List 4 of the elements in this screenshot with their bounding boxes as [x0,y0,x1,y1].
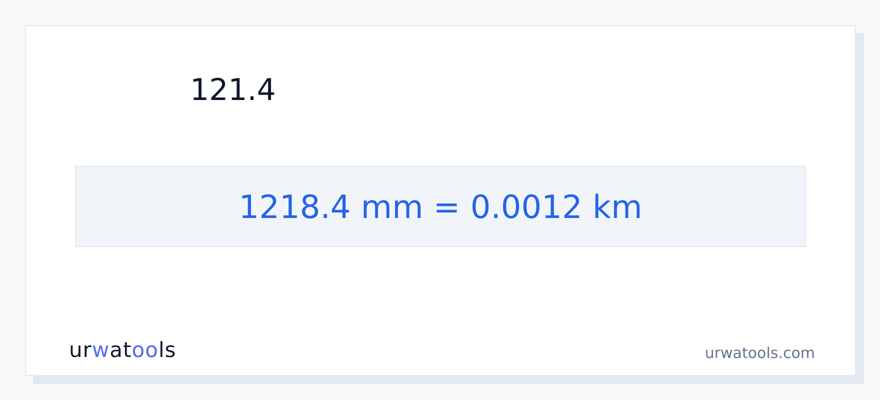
logo: urwatools [69,340,176,361]
input-field[interactable]: 121.4 [190,70,490,110]
result-text: 1218.4 mm = 0.0012 km [238,186,642,228]
site-link[interactable]: urwatools.com [704,346,815,361]
